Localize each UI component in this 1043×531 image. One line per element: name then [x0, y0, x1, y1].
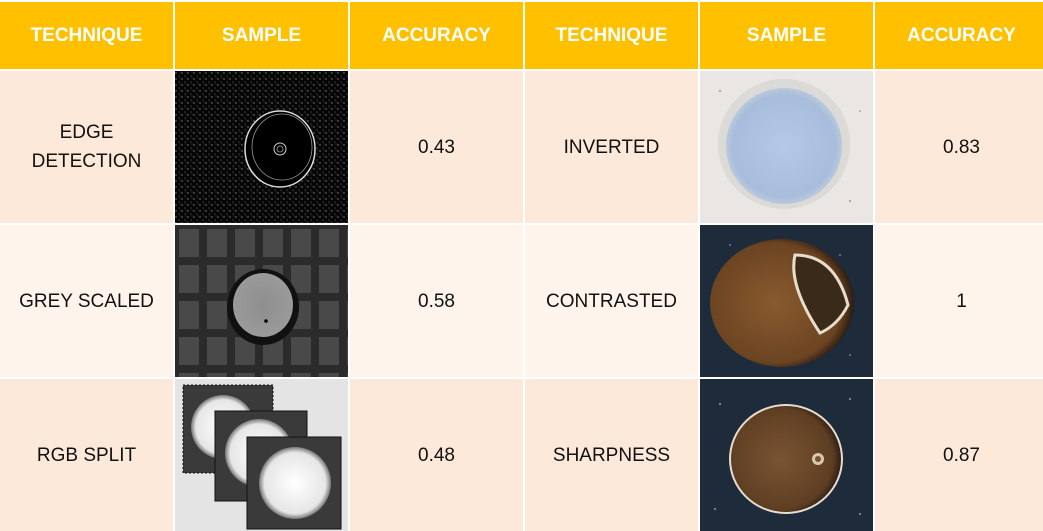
technique-cell: EDGE DETECTION — [0, 71, 173, 223]
header-accuracy-left: ACCURACY — [350, 2, 523, 69]
header-technique-right: TECHNIQUE — [525, 2, 698, 69]
technique-cell: INVERTED — [525, 71, 698, 223]
inverted-image — [700, 71, 873, 223]
header-technique-left: TECHNIQUE — [0, 2, 173, 69]
accuracy-cell: 0.58 — [350, 225, 523, 377]
comparison-table: TECHNIQUE SAMPLE ACCURACY TECHNIQUE SAMP… — [0, 0, 1043, 531]
accuracy-cell: 0.43 — [350, 71, 523, 223]
accuracy-cell: 0.87 — [875, 379, 1043, 531]
contrasted-image — [700, 225, 873, 377]
grey-scaled-image — [175, 225, 348, 377]
accuracy-cell: 1 — [875, 225, 1043, 377]
header-sample-right: SAMPLE — [700, 2, 873, 69]
header-sample-left: SAMPLE — [175, 2, 348, 69]
technique-cell: SHARPNESS — [525, 379, 698, 531]
technique-cell: CONTRASTED — [525, 225, 698, 377]
sharpness-image — [700, 379, 873, 531]
rgb-split-image — [175, 379, 348, 531]
technique-cell: RGB SPLIT — [0, 379, 173, 531]
edge-detection-image — [175, 71, 348, 223]
accuracy-cell: 0.83 — [875, 71, 1043, 223]
header-accuracy-right: ACCURACY — [875, 2, 1043, 69]
technique-cell: GREY SCALED — [0, 225, 173, 377]
accuracy-cell: 0.48 — [350, 379, 523, 531]
